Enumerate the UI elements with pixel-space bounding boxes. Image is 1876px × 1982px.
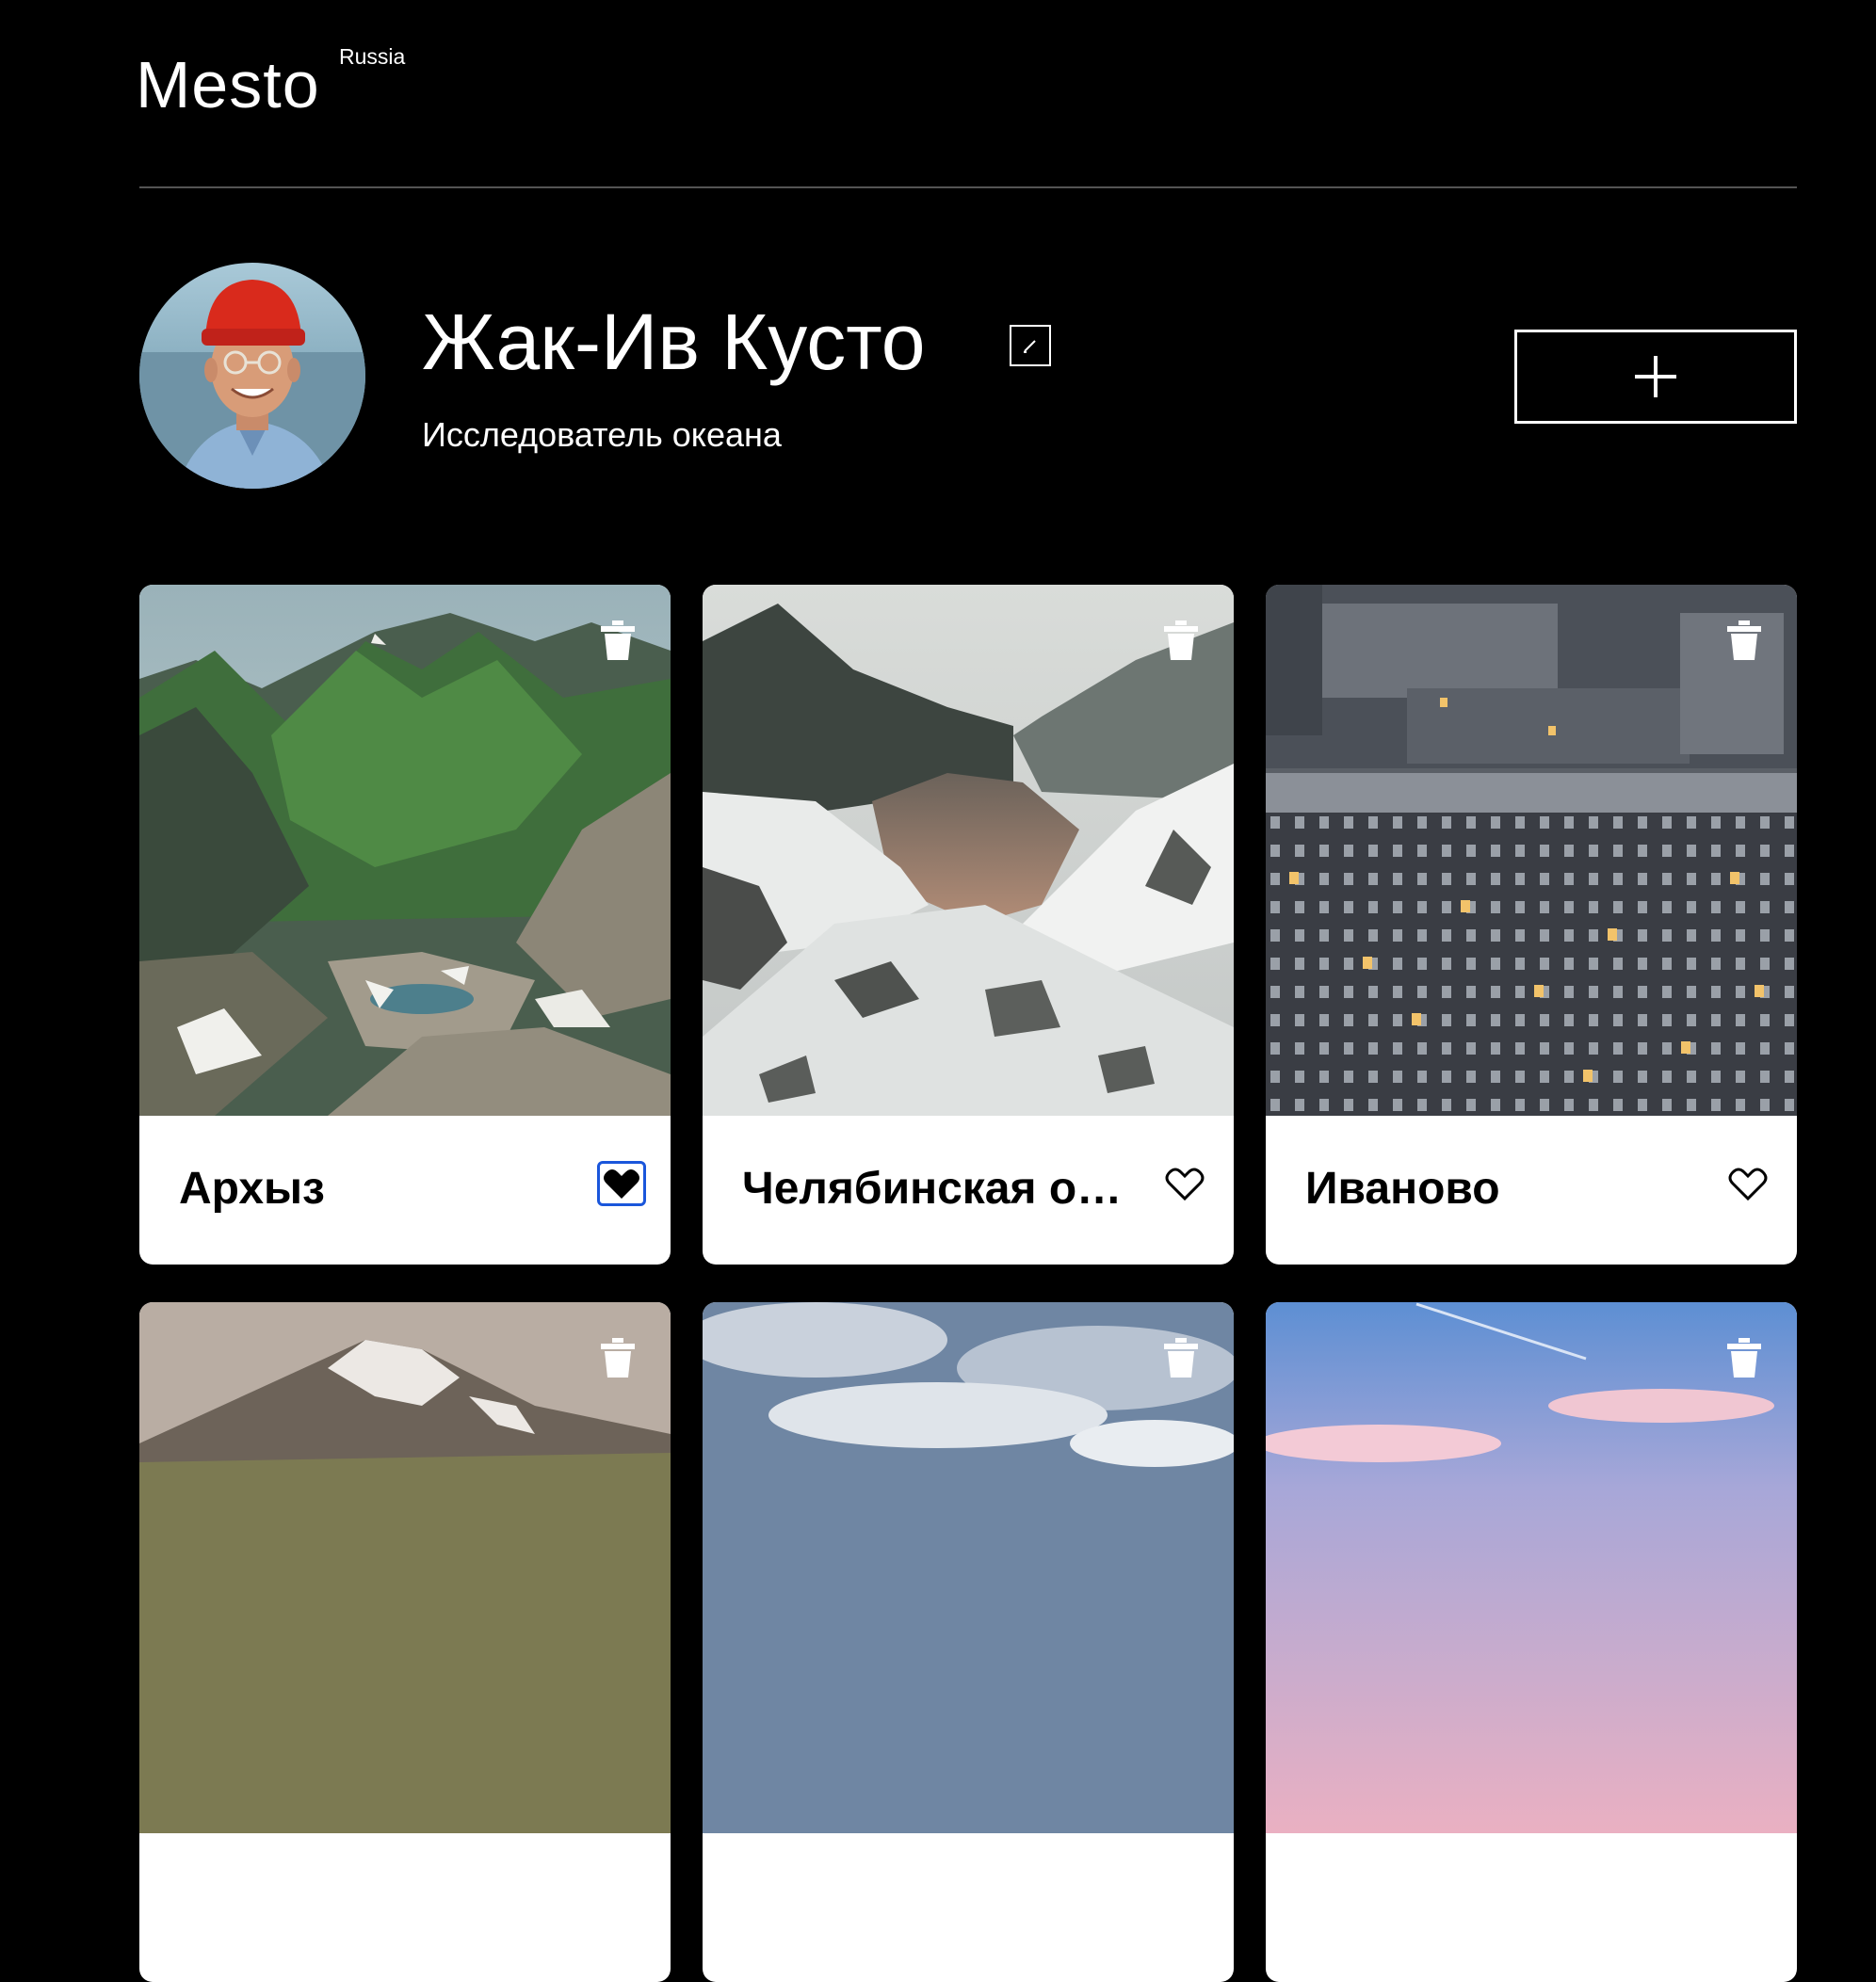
card-image[interactable] [1266,585,1797,1116]
avatar-image [139,263,365,489]
page: Mesto Russia Жак-Ив Кусто Исследователь … [136,0,1797,1982]
card-footer: Архыз [139,1116,671,1265]
card-title: Челябинская область [742,1164,1136,1214]
card-image[interactable] [703,585,1234,1116]
header: Mesto Russia [136,0,1797,188]
card [139,1302,671,1982]
card-image[interactable] [1266,1302,1797,1833]
card: Архыз [139,585,671,1265]
card-image[interactable] [703,1302,1234,1833]
plus-icon [1635,356,1676,397]
avatar[interactable] [139,263,365,489]
card [703,1302,1234,1982]
card-image[interactable] [139,1302,671,1833]
card-footer: Иваново [1266,1116,1797,1265]
delete-card-icon[interactable] [601,620,635,660]
pencil-icon [1024,340,1036,353]
card-title: Иваново [1305,1164,1500,1214]
add-card-button[interactable] [1514,330,1797,424]
card-image[interactable] [139,585,671,1116]
logo-country: Russia [339,44,406,69]
like-heart-icon[interactable] [597,1161,646,1206]
card-footer: Челябинская область [703,1116,1234,1265]
edit-profile-button[interactable] [1010,325,1051,366]
delete-card-icon[interactable] [1164,1338,1198,1378]
like-heart-icon[interactable] [1725,1163,1771,1204]
card: Иваново [1266,585,1797,1265]
card-title: Архыз [179,1164,325,1214]
card [1266,1302,1797,1982]
like-heart-icon[interactable] [1162,1163,1207,1204]
profile: Жак-Ив Кусто Исследователь океана [139,263,1797,491]
logo: Mesto [136,48,320,121]
delete-card-icon[interactable] [1164,620,1198,660]
delete-card-icon[interactable] [601,1338,635,1378]
profile-about: Исследователь океана [422,415,782,454]
delete-card-icon[interactable] [1727,620,1761,660]
delete-card-icon[interactable] [1727,1338,1761,1378]
card: Челябинская область [703,585,1234,1265]
profile-name: Жак-Ив Кусто [422,298,926,386]
